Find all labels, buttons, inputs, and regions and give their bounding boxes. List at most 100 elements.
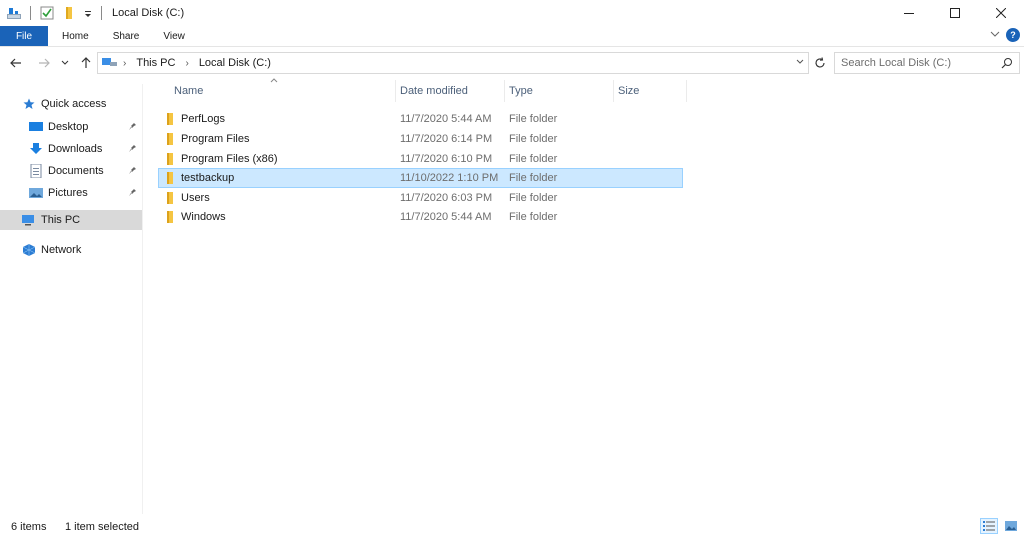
tab-home[interactable]: Home	[48, 26, 101, 46]
refresh-button[interactable]	[810, 52, 830, 74]
address-bar[interactable]: › This PC › Local Disk (C:)	[97, 52, 809, 74]
this-pc-icon	[22, 213, 36, 227]
nav-label: Network	[41, 244, 82, 256]
file-row[interactable]: Program Files 11/7/2020 6:14 PM File fol…	[158, 129, 683, 149]
column-header-size[interactable]: Size	[614, 80, 687, 102]
nav-desktop[interactable]: Desktop	[29, 117, 139, 137]
network-icon	[22, 243, 36, 257]
nav-quick-access[interactable]: Quick access	[22, 94, 106, 114]
drive-icon[interactable]	[6, 5, 22, 21]
breadcrumb-local-disk[interactable]: Local Disk (C:)	[199, 57, 271, 69]
file-date: 11/7/2020 6:03 PM	[400, 192, 493, 204]
nav-label: Downloads	[48, 143, 103, 155]
window-controls	[886, 0, 1024, 26]
search-icon[interactable]	[1001, 57, 1013, 72]
toolbar-divider	[30, 6, 31, 20]
folder-icon	[164, 153, 176, 165]
item-count: 6 items	[11, 521, 47, 533]
nav-pictures[interactable]: Pictures	[29, 183, 139, 203]
this-pc-icon	[102, 56, 118, 71]
column-header-name[interactable]: Name	[170, 80, 396, 102]
properties-icon[interactable]	[39, 5, 55, 21]
navigation-pane: Quick access Desktop Downloads Documents	[0, 84, 143, 514]
file-type: File folder	[509, 113, 558, 125]
nav-downloads[interactable]: Downloads	[29, 139, 139, 159]
folder-icon	[164, 133, 176, 145]
documents-icon	[29, 164, 43, 178]
customize-toolbar-icon[interactable]	[83, 5, 93, 21]
file-date: 11/7/2020 6:14 PM	[400, 133, 493, 145]
pin-icon[interactable]	[129, 143, 137, 155]
recent-locations-button[interactable]	[58, 53, 72, 73]
address-row: › This PC › Local Disk (C:)	[0, 50, 1024, 76]
file-row[interactable]: PerfLogs 11/7/2020 5:44 AM File folder	[158, 109, 683, 129]
file-name: testbackup	[181, 172, 235, 184]
file-type: File folder	[509, 153, 558, 165]
pin-icon[interactable]	[129, 121, 137, 133]
file-name: Program Files	[181, 133, 250, 145]
minimize-button[interactable]	[886, 0, 932, 26]
ribbon-right-controls: ?	[990, 28, 1020, 42]
details-view-button[interactable]	[980, 518, 998, 534]
nav-this-pc[interactable]: This PC	[0, 210, 142, 230]
downloads-icon	[29, 142, 43, 156]
file-row-selected[interactable]: testbackup 11/10/2022 1:10 PM File folde…	[158, 168, 683, 188]
search-input[interactable]	[841, 57, 991, 69]
new-folder-icon[interactable]	[61, 5, 77, 21]
nav-label: Pictures	[48, 187, 88, 199]
toolbar-divider	[101, 6, 102, 20]
close-button[interactable]	[978, 0, 1024, 26]
file-type: File folder	[509, 192, 558, 204]
breadcrumb-separator[interactable]: ›	[123, 58, 126, 69]
file-type: File folder	[509, 133, 558, 145]
folder-icon	[164, 113, 176, 125]
nav-label: This PC	[41, 214, 81, 226]
star-icon	[22, 97, 36, 111]
pin-icon[interactable]	[129, 165, 137, 177]
maximize-button[interactable]	[932, 0, 978, 26]
tab-view[interactable]: View	[151, 26, 197, 46]
back-button[interactable]	[6, 53, 26, 73]
file-name: Users	[181, 192, 210, 204]
help-icon[interactable]: ?	[1006, 28, 1020, 42]
folder-icon	[164, 172, 176, 184]
up-button[interactable]	[76, 53, 96, 73]
file-type: File folder	[509, 211, 558, 223]
file-row[interactable]: Users 11/7/2020 6:03 PM File folder	[158, 188, 683, 208]
title-bar: Local Disk (C:)	[0, 0, 1024, 26]
address-dropdown-icon[interactable]	[796, 57, 804, 68]
column-header-type[interactable]: Type	[505, 80, 614, 102]
pin-icon[interactable]	[129, 187, 137, 199]
nav-label: Documents	[48, 165, 104, 177]
tab-file[interactable]: File	[0, 26, 48, 46]
folder-icon	[164, 211, 176, 223]
file-row[interactable]: Program Files (x86) 11/7/2020 6:10 PM Fi…	[158, 149, 683, 169]
nav-label: Desktop	[48, 121, 89, 133]
desktop-icon	[29, 120, 43, 134]
file-date: 11/7/2020 5:44 AM	[400, 211, 492, 223]
search-box[interactable]	[834, 52, 1020, 74]
file-name: Program Files (x86)	[181, 153, 278, 165]
ribbon-tabs: File Home Share View ?	[0, 26, 1024, 47]
quick-access-toolbar	[6, 0, 110, 26]
view-toggle	[980, 518, 1020, 534]
file-date: 11/7/2020 6:10 PM	[400, 153, 493, 165]
file-date: 11/10/2022 1:10 PM	[400, 172, 499, 184]
folder-icon	[164, 192, 176, 204]
window-title: Local Disk (C:)	[112, 7, 185, 19]
column-header-date-modified[interactable]: Date modified	[396, 80, 505, 102]
forward-button[interactable]	[34, 53, 54, 73]
file-row[interactable]: Windows 11/7/2020 5:44 AM File folder	[158, 207, 683, 227]
status-bar: 6 items 1 item selected	[0, 516, 1024, 538]
tab-share[interactable]: Share	[101, 26, 152, 46]
file-name: Windows	[181, 211, 226, 223]
nav-label: Quick access	[41, 98, 107, 110]
selection-count: 1 item selected	[65, 521, 139, 533]
breadcrumb-separator[interactable]: ›	[185, 58, 188, 69]
nav-documents[interactable]: Documents	[29, 161, 139, 181]
file-date: 11/7/2020 5:44 AM	[400, 113, 492, 125]
breadcrumb-this-pc[interactable]: This PC	[136, 57, 175, 69]
large-icons-view-button[interactable]	[1002, 518, 1020, 534]
nav-network[interactable]: Network	[22, 240, 81, 260]
expand-ribbon-icon[interactable]	[990, 29, 1000, 42]
